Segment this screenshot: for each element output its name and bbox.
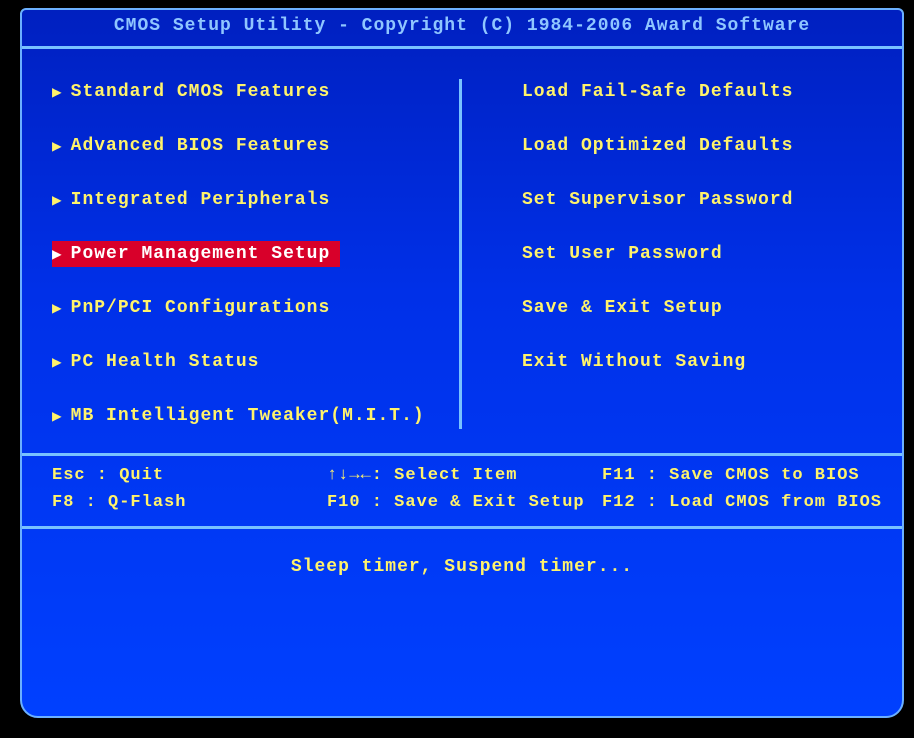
help-f11-save-cmos: F11 : Save CMOS to BIOS xyxy=(602,466,882,485)
triangle-right-icon: ▶ xyxy=(52,190,63,210)
menu-item-label: Exit Without Saving xyxy=(522,352,746,372)
menu-left-column: ▶ Standard CMOS Features ▶ Advanced BIOS… xyxy=(22,79,462,429)
triangle-right-icon: ▶ xyxy=(52,352,63,372)
triangle-right-icon: ▶ xyxy=(52,406,63,426)
menu-pnp-pci-configurations[interactable]: ▶ PnP/PCI Configurations xyxy=(52,295,429,321)
menu-mb-intelligent-tweaker[interactable]: ▶ MB Intelligent Tweaker(M.I.T.) xyxy=(52,403,429,429)
bios-screen: CMOS Setup Utility - Copyright (C) 1984-… xyxy=(20,8,904,718)
help-esc-quit: Esc : Quit xyxy=(52,466,323,485)
menu-advanced-bios-features[interactable]: ▶ Advanced BIOS Features xyxy=(52,133,429,159)
menu-item-label: PnP/PCI Configurations xyxy=(71,298,331,318)
menu-save-and-exit-setup[interactable]: Save & Exit Setup xyxy=(522,295,872,321)
menu-item-label: Set User Password xyxy=(522,244,723,264)
menu-item-label: MB Intelligent Tweaker(M.I.T.) xyxy=(71,406,425,426)
triangle-right-icon: ▶ xyxy=(52,244,63,264)
menu-pc-health-status[interactable]: ▶ PC Health Status xyxy=(52,349,429,375)
main-menu-area: ▶ Standard CMOS Features ▶ Advanced BIOS… xyxy=(22,46,902,456)
help-f12-load-cmos: F12 : Load CMOS from BIOS xyxy=(602,493,882,512)
context-hint: Sleep timer, Suspend timer... xyxy=(22,529,902,605)
menu-load-optimized-defaults[interactable]: Load Optimized Defaults xyxy=(522,133,872,159)
key-help-bar: Esc : Quit ↑↓→←: Select Item F11 : Save … xyxy=(22,456,902,529)
menu-item-label: PC Health Status xyxy=(71,352,260,372)
menu-item-label: Save & Exit Setup xyxy=(522,298,723,318)
help-f10-save-exit: F10 : Save & Exit Setup xyxy=(327,493,598,512)
page-title: CMOS Setup Utility - Copyright (C) 1984-… xyxy=(22,10,902,46)
menu-right-column: Load Fail-Safe Defaults Load Optimized D… xyxy=(462,79,902,429)
menu-item-label: Power Management Setup xyxy=(71,244,331,264)
menu-item-label: Integrated Peripherals xyxy=(71,190,331,210)
menu-item-label: Standard CMOS Features xyxy=(71,82,331,102)
menu-standard-cmos-features[interactable]: ▶ Standard CMOS Features xyxy=(52,79,429,105)
menu-integrated-peripherals[interactable]: ▶ Integrated Peripherals xyxy=(52,187,429,213)
menu-item-label: Load Optimized Defaults xyxy=(522,136,793,156)
menu-exit-without-saving[interactable]: Exit Without Saving xyxy=(522,349,872,375)
menu-load-fail-safe-defaults[interactable]: Load Fail-Safe Defaults xyxy=(522,79,872,105)
help-f8-qflash: F8 : Q-Flash xyxy=(52,493,323,512)
triangle-right-icon: ▶ xyxy=(52,136,63,156)
menu-item-label: Load Fail-Safe Defaults xyxy=(522,82,793,102)
menu-power-management-setup[interactable]: ▶ Power Management Setup xyxy=(52,241,340,267)
menu-item-label: Set Supervisor Password xyxy=(522,190,793,210)
triangle-right-icon: ▶ xyxy=(52,298,63,318)
help-arrows-select: ↑↓→←: Select Item xyxy=(327,466,598,485)
triangle-right-icon: ▶ xyxy=(52,82,63,102)
menu-item-label: Advanced BIOS Features xyxy=(71,136,331,156)
menu-set-supervisor-password[interactable]: Set Supervisor Password xyxy=(522,187,872,213)
menu-set-user-password[interactable]: Set User Password xyxy=(522,241,872,267)
